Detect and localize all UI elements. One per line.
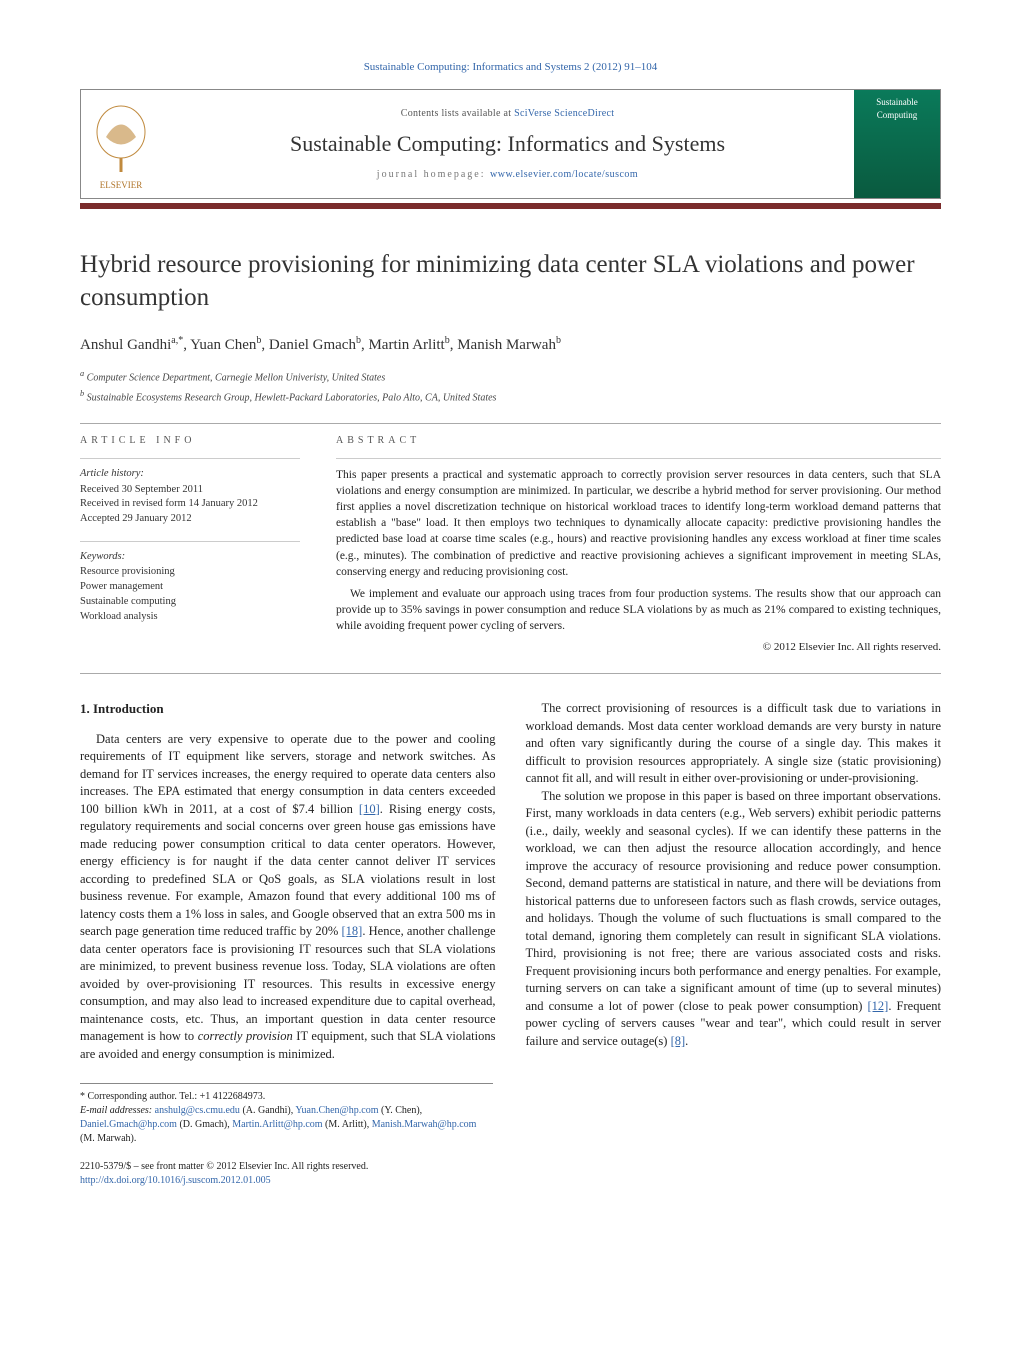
- email-author: (M. Marwah).: [80, 1133, 136, 1144]
- affiliation: a Computer Science Department, Carnegie …: [80, 368, 941, 385]
- keyword: Sustainable computing: [80, 595, 300, 610]
- author: Yuan Chenb: [190, 337, 261, 353]
- abstract-heading: ABSTRACT: [336, 434, 941, 448]
- history-line: Received 30 September 2011: [80, 483, 300, 498]
- email-link[interactable]: anshulg@cs.cmu.edu: [155, 1105, 240, 1116]
- section-heading-1: 1. Introduction: [80, 700, 496, 718]
- contents-available: Contents lists available at SciVerse Sci…: [161, 107, 854, 121]
- keyword: Workload analysis: [80, 610, 300, 625]
- doi-link[interactable]: http://dx.doi.org/10.1016/j.suscom.2012.…: [80, 1175, 271, 1186]
- email-author: (A. Gandhi),: [240, 1105, 295, 1116]
- sciencedirect-link[interactable]: SciVerse ScienceDirect: [514, 108, 614, 119]
- homepage-link[interactable]: www.elsevier.com/locate/suscom: [490, 169, 638, 180]
- citation-link[interactable]: [18]: [341, 924, 362, 938]
- abstract-para-2: We implement and evaluate our approach u…: [336, 586, 941, 634]
- history-label: Article history:: [80, 467, 300, 482]
- article-title: Hybrid resource provisioning for minimiz…: [80, 249, 941, 314]
- body-para: Data centers are very expensive to opera…: [80, 731, 496, 1064]
- author: Daniel Gmachb: [269, 337, 361, 353]
- accent-bar: [80, 203, 941, 209]
- citation-link[interactable]: [10]: [359, 802, 380, 816]
- email-link[interactable]: Martin.Arlitt@hp.com: [232, 1119, 322, 1130]
- abstract-para-1: This paper presents a practical and syst…: [336, 467, 941, 580]
- body-para: The solution we propose in this paper is…: [526, 788, 942, 1051]
- article-info-heading: ARTICLE INFO: [80, 434, 300, 448]
- article-info: ARTICLE INFO Article history: Received 3…: [80, 434, 300, 655]
- keyword: Resource provisioning: [80, 565, 300, 580]
- citation-link[interactable]: [8]: [671, 1034, 686, 1048]
- authors-list: Anshul Gandhia,*, Yuan Chenb, Daniel Gma…: [80, 334, 941, 356]
- elsevier-logo: ELSEVIER: [81, 90, 161, 198]
- abstract: ABSTRACT This paper presents a practical…: [336, 434, 941, 655]
- body-para: The correct provisioning of resources is…: [526, 700, 942, 788]
- journal-homepage: journal homepage: www.elsevier.com/locat…: [161, 168, 854, 182]
- article-body: 1. Introduction Data centers are very ex…: [80, 700, 941, 1063]
- email-author: (D. Gmach),: [177, 1119, 232, 1130]
- email-link[interactable]: Yuan.Chen@hp.com: [295, 1105, 378, 1116]
- author: Manish Marwahb: [457, 337, 561, 353]
- corresponding-author: * Corresponding author. Tel.: +1 4122684…: [80, 1090, 493, 1104]
- keywords-label: Keywords:: [80, 550, 300, 565]
- tree-icon: ELSEVIER: [86, 102, 156, 192]
- divider: [80, 423, 941, 424]
- divider: [80, 673, 941, 674]
- email-author: (M. Arlitt),: [323, 1119, 372, 1130]
- svg-text:ELSEVIER: ELSEVIER: [100, 180, 143, 190]
- email-link[interactable]: Manish.Marwah@hp.com: [372, 1119, 477, 1130]
- email-author: (Y. Chen),: [378, 1105, 422, 1116]
- keyword: Power management: [80, 580, 300, 595]
- history-line: Accepted 29 January 2012: [80, 512, 300, 527]
- journal-name: Sustainable Computing: Informatics and S…: [161, 129, 854, 160]
- journal-header: ELSEVIER Contents lists available at Sci…: [80, 89, 941, 199]
- footnotes: * Corresponding author. Tel.: +1 4122684…: [80, 1083, 493, 1146]
- history-line: Received in revised form 14 January 2012: [80, 497, 300, 512]
- author: Anshul Gandhia,*: [80, 337, 183, 353]
- citation-link[interactable]: [12]: [868, 999, 889, 1013]
- email-addresses: E-mail addresses: anshulg@cs.cmu.edu (A.…: [80, 1104, 493, 1146]
- affiliation: b Sustainable Ecosystems Research Group,…: [80, 388, 941, 405]
- author: Martin Arlittb: [368, 337, 449, 353]
- journal-reference: Sustainable Computing: Informatics and S…: [80, 60, 941, 75]
- abstract-copyright: © 2012 Elsevier Inc. All rights reserved…: [336, 640, 941, 655]
- journal-cover-thumbnail: Sustainable Computing: [854, 90, 940, 198]
- copyright-line: 2210-5379/$ – see front matter © 2012 El…: [80, 1160, 493, 1174]
- front-matter: 2210-5379/$ – see front matter © 2012 El…: [80, 1160, 493, 1188]
- email-link[interactable]: Daniel.Gmach@hp.com: [80, 1119, 177, 1130]
